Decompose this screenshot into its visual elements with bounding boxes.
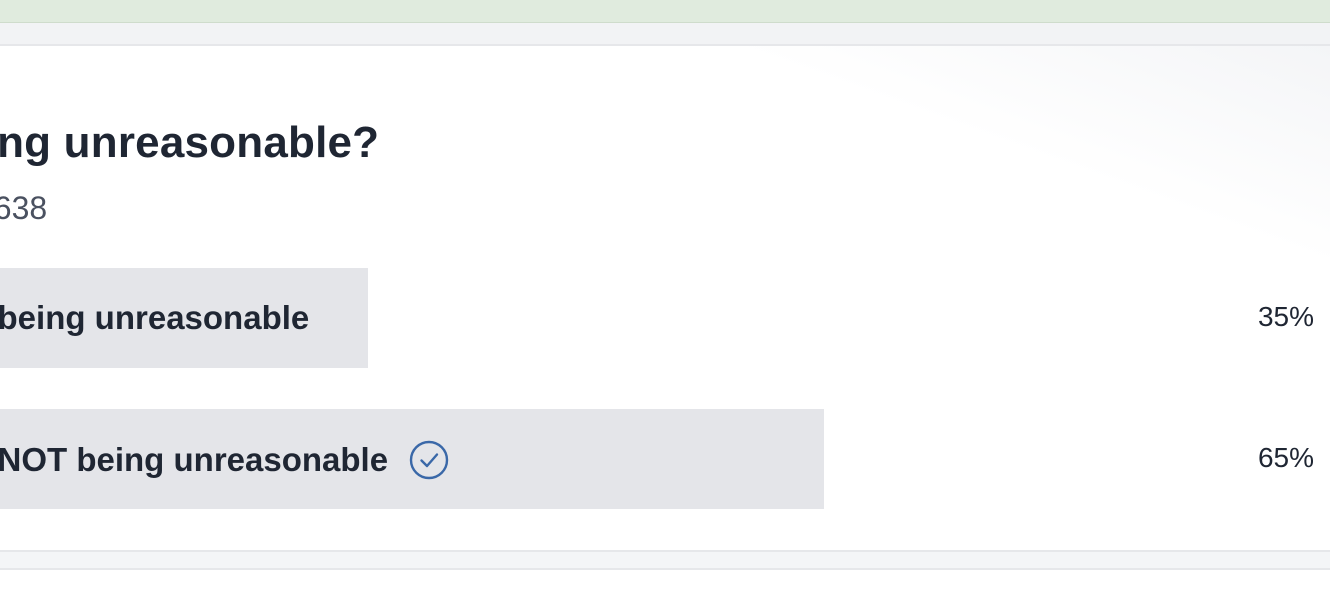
poll-option-label-wrap: e NOT being unreasonable [0, 440, 449, 480]
poll-option-percent: 35% [1258, 301, 1314, 333]
poll-option-label: e NOT being unreasonable [0, 441, 388, 479]
next-section [0, 570, 1330, 600]
poll-page: eing unreasonable? s: 638 e being unreas… [0, 0, 1330, 600]
top-banner [0, 0, 1330, 23]
section-divider-bottom [0, 552, 1330, 570]
poll-option-percent: 65% [1258, 442, 1314, 474]
check-circle-icon [409, 440, 449, 480]
section-divider-top [0, 23, 1330, 44]
poll-option-label: e being unreasonable [0, 299, 309, 337]
poll-question: eing unreasonable? [0, 118, 379, 168]
poll-option-not-being-unreasonable[interactable]: e NOT being unreasonable 65% [0, 409, 1330, 509]
poll-voter-count: s: 638 [0, 190, 47, 227]
poll-option-being-unreasonable[interactable]: e being unreasonable 35% [0, 268, 1330, 368]
